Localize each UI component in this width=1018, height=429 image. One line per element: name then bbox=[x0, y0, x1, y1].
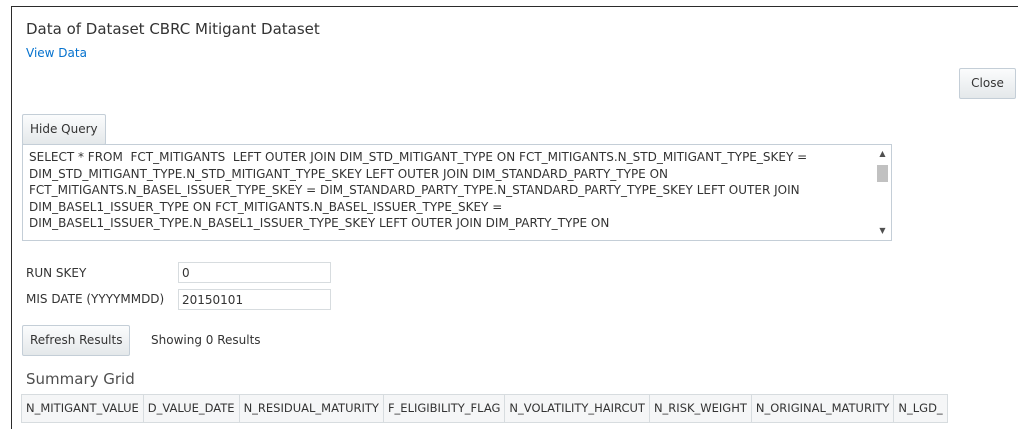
query-textarea[interactable]: SELECT * FROM FCT_MITIGANTS LEFT OUTER J… bbox=[22, 144, 892, 241]
scroll-thumb[interactable] bbox=[877, 165, 888, 182]
grid-column-header[interactable]: N_RESIDUAL_MATURITY bbox=[240, 395, 384, 422]
page-title: Data of Dataset CBRC Mitigant Dataset bbox=[26, 20, 320, 38]
grid-column-header[interactable]: D_VALUE_DATE bbox=[144, 395, 240, 422]
grid-column-header[interactable]: N_ORIGINAL_MATURITY bbox=[752, 395, 895, 422]
query-line: FCT_MITIGANTS.N_BASEL_ISSUER_TYPE_SKEY =… bbox=[29, 183, 800, 197]
grid-column-header[interactable]: N_LGD_ bbox=[894, 395, 948, 422]
mis-date-label: MIS DATE (YYYYMMDD) bbox=[26, 292, 165, 306]
query-scrollbar[interactable]: ▲ ▼ bbox=[874, 145, 891, 240]
scroll-up-icon[interactable]: ▲ bbox=[874, 147, 891, 161]
mis-date-input[interactable] bbox=[178, 289, 331, 310]
grid-column-header[interactable]: N_MITIGANT_VALUE bbox=[21, 395, 144, 422]
grid-column-header[interactable]: F_ELIGIBILITY_FLAG bbox=[384, 395, 506, 422]
run-skey-input[interactable] bbox=[178, 262, 331, 283]
close-button[interactable]: Close bbox=[959, 68, 1016, 99]
query-line: DIM_BASEL1_ISSUER_TYPE.N_BASEL1_ISSUER_T… bbox=[29, 216, 610, 230]
grid-column-header[interactable]: N_VOLATILITY_HAIRCUT bbox=[505, 395, 650, 422]
summary-grid-title: Summary Grid bbox=[26, 370, 135, 388]
refresh-results-button[interactable]: Refresh Results bbox=[22, 325, 131, 356]
query-line: DIM_BASEL1_ISSUER_TYPE ON FCT_MITIGANTS.… bbox=[29, 199, 503, 214]
run-skey-label: RUN SKEY bbox=[26, 266, 87, 280]
grid-column-header[interactable]: N_RISK_WEIGHT bbox=[650, 395, 752, 422]
view-data-link[interactable]: View Data bbox=[26, 46, 87, 60]
summary-grid-header: N_MITIGANT_VALUE D_VALUE_DATE N_RESIDUAL… bbox=[21, 394, 948, 423]
dataset-dialog: Data of Dataset CBRC Mitigant Dataset Vi… bbox=[11, 6, 1018, 429]
scroll-down-icon[interactable]: ▼ bbox=[874, 224, 891, 238]
results-count: Showing 0 Results bbox=[151, 333, 261, 347]
query-text: SELECT * FROM FCT_MITIGANTS LEFT OUTER J… bbox=[29, 149, 867, 232]
hide-query-button[interactable]: Hide Query bbox=[22, 114, 106, 145]
query-line: SELECT * FROM FCT_MITIGANTS LEFT OUTER J… bbox=[29, 150, 808, 164]
query-line: DIM_STD_MITIGANT_TYPE.N_STD_MITIGANT_TYP… bbox=[29, 166, 668, 181]
